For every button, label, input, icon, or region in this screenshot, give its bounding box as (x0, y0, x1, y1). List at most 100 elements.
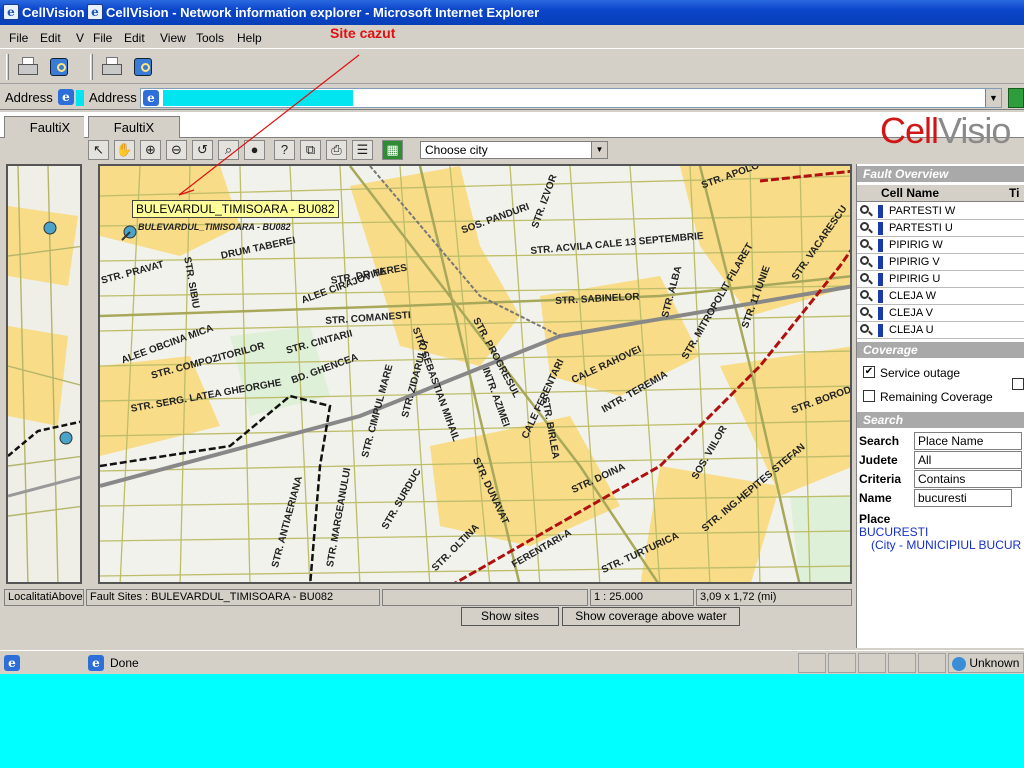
back-tab-faultix[interactable]: FaultiX (4, 116, 90, 138)
back-menu-file[interactable]: File (9, 31, 28, 45)
status-done: Done (110, 656, 139, 670)
address-label: Address (89, 90, 137, 105)
side-panel: Fault Overview Cell Name Ti PARTESTI W PA… (856, 164, 1024, 648)
ie-page-icon: e (88, 655, 104, 671)
site-tooltip: BULEVARDUL_TIMISOARA - BU082 (132, 200, 339, 218)
remaining-coverage-label: Remaining Coverage (880, 390, 993, 404)
remaining-coverage-checkbox[interactable] (863, 390, 875, 402)
print-icon[interactable] (15, 54, 41, 80)
cell-name: CLEJA W (889, 290, 937, 302)
map-layers-icon[interactable]: ▦ (382, 140, 403, 160)
status-cell (858, 653, 886, 673)
info-icon[interactable] (878, 273, 883, 286)
cell-row[interactable]: PIPIRIG U (857, 271, 1024, 288)
menu-edit[interactable]: Edit (124, 31, 145, 45)
zoom-to-cell-icon[interactable] (860, 324, 873, 337)
status-cell (828, 653, 856, 673)
cell-row[interactable]: CLEJA W (857, 288, 1024, 305)
cell-row[interactable]: PIPIRIG V (857, 254, 1024, 271)
zoom-to-cell-icon[interactable] (860, 256, 873, 269)
ie-page-icon: e (4, 655, 20, 671)
back-map-view[interactable] (6, 164, 82, 584)
status-spacer (382, 589, 588, 606)
zone-label: Unknown (969, 656, 1020, 670)
menu-help[interactable]: Help (237, 31, 262, 45)
info-icon[interactable] (878, 256, 883, 269)
place-result-detail[interactable]: (City - MUNICIPIUL BUCUR (871, 538, 1021, 552)
show-coverage-button[interactable]: Show coverage above water (562, 607, 740, 626)
back-title-bar: e CellVision (0, 0, 90, 25)
zoom-in-icon[interactable]: ⊕ (140, 140, 161, 160)
back-menu-edit[interactable]: Edit (40, 31, 61, 45)
zoom-to-cell-icon[interactable] (860, 239, 873, 252)
zoom-to-cell-icon[interactable] (860, 307, 873, 320)
info-icon[interactable] (878, 205, 883, 218)
search-type-label: Search (859, 434, 900, 448)
map-scale: 1 : 25.000 (590, 589, 694, 606)
cell-name: PARTESTI U (889, 222, 953, 234)
judete-select[interactable]: All (914, 451, 1022, 469)
info-icon[interactable] (878, 222, 883, 235)
service-outage-checkbox[interactable]: ✔ (863, 366, 875, 378)
place-label: Place (859, 512, 891, 526)
annotation-arrow (178, 54, 360, 196)
zoom-to-cell-icon[interactable] (860, 273, 873, 286)
back-app-bar: FaultiX (0, 112, 90, 138)
ie-page-icon: e (58, 89, 74, 105)
status-cell (888, 653, 916, 673)
menu-view[interactable]: View (160, 31, 186, 45)
name-input[interactable]: bucuresti (914, 489, 1012, 507)
cell-row[interactable]: PARTESTI U (857, 220, 1024, 237)
chevron-down-icon[interactable]: ▼ (591, 142, 607, 158)
col-time: Ti (1009, 186, 1020, 200)
info-icon[interactable] (878, 307, 883, 320)
title-bar: e CellVision - Network information explo… (84, 0, 1024, 25)
extra-checkbox[interactable] (1012, 378, 1024, 390)
cell-name: PARTESTI W (889, 205, 956, 217)
cell-table-header: Cell Name Ti (857, 185, 1024, 202)
cell-name: CLEJA V (889, 307, 934, 319)
tab-faultix[interactable]: FaultiX (88, 116, 180, 138)
toolbar-grip (90, 54, 93, 80)
show-sites-button[interactable]: Show sites (461, 607, 559, 626)
research-icon[interactable] (130, 54, 156, 80)
coverage-header: Coverage (857, 342, 1024, 358)
info-icon[interactable] (878, 239, 883, 252)
pan-hand-icon[interactable]: ✋ (114, 140, 135, 160)
zoom-to-cell-icon[interactable] (860, 205, 873, 218)
go-arrow-icon[interactable] (1008, 88, 1024, 108)
print-icon[interactable] (99, 54, 125, 80)
city-select[interactable]: Choose city ▼ (420, 141, 608, 159)
menu-tools[interactable]: Tools (196, 31, 224, 45)
back-menu-bar: File Edit Vi (0, 27, 90, 49)
cell-row[interactable]: CLEJA U (857, 322, 1024, 339)
back-address-bar: Address e (0, 86, 90, 110)
info-icon[interactable] (878, 324, 883, 337)
pointer-tool-icon[interactable]: ↖ (88, 140, 109, 160)
zoom-to-cell-icon[interactable] (860, 222, 873, 235)
col-cell-name: Cell Name (881, 186, 940, 200)
browser-window: e CellVision - Network information explo… (84, 0, 1024, 674)
cell-name: PIPIRIG W (889, 239, 943, 251)
cell-row[interactable]: PARTESTI W (857, 203, 1024, 220)
cell-row[interactable]: PIPIRIG W (857, 237, 1024, 254)
status-cell (798, 653, 826, 673)
menu-file[interactable]: File (93, 31, 112, 45)
back-window-title: CellVision (22, 5, 85, 20)
zoom-to-cell-icon[interactable] (860, 290, 873, 303)
cell-name: PIPIRIG U (889, 273, 941, 285)
cell-name: CLEJA U (889, 324, 934, 336)
status-cell (918, 653, 946, 673)
place-result-link[interactable]: BUCURESTI (859, 525, 928, 539)
info-icon[interactable] (878, 290, 883, 303)
city-select-value: Choose city (425, 143, 488, 157)
site-map-label: BULEVARDUL_TIMISOARA - BU082 (138, 222, 291, 232)
criteria-select[interactable]: Contains (914, 470, 1022, 488)
cell-row[interactable]: CLEJA V (857, 305, 1024, 322)
chevron-down-icon[interactable]: ▼ (985, 89, 1001, 107)
search-type-select[interactable]: Place Name (914, 432, 1022, 450)
zone-status: Unknown (948, 653, 1024, 673)
research-icon[interactable] (46, 54, 72, 80)
name-label: Name (859, 491, 892, 505)
window-title: CellVision - Network information explore… (106, 5, 540, 20)
